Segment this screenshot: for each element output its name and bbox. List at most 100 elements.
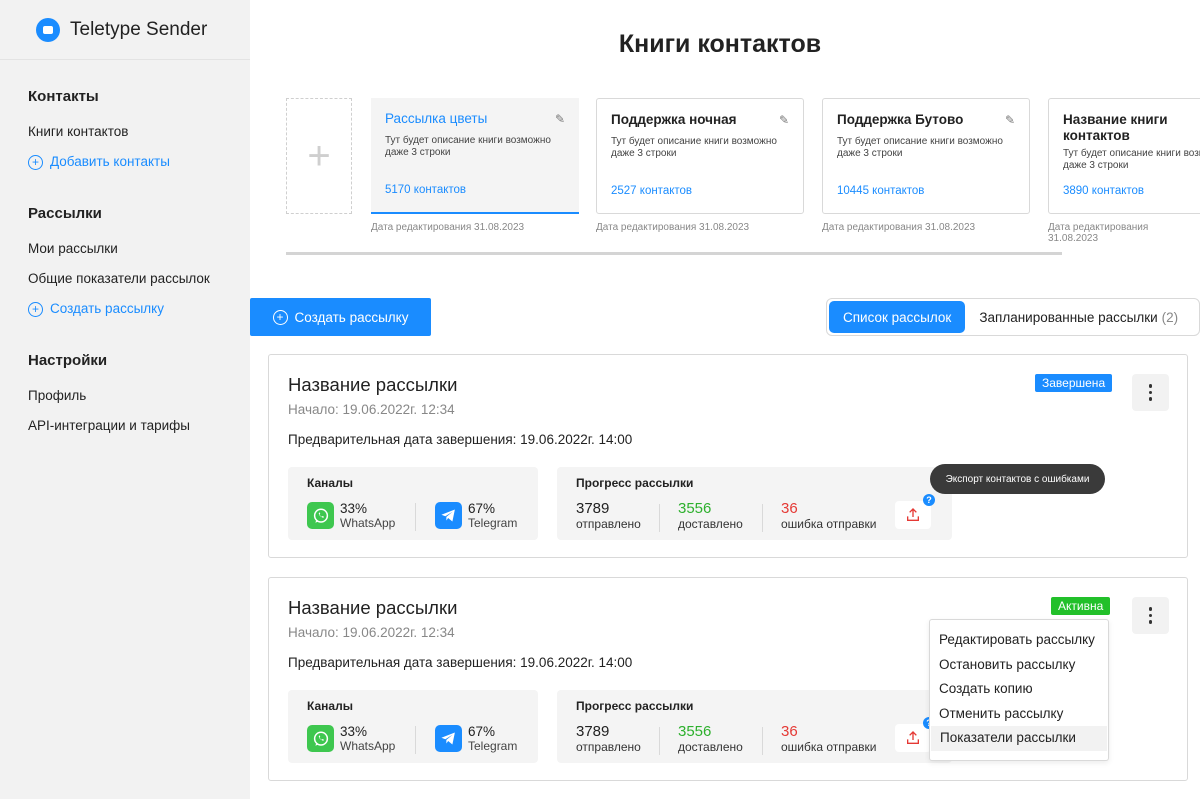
book-card[interactable]: Поддержка Бутово ✎ Тут будет описание кн… [822, 98, 1030, 214]
menu-item-stop[interactable]: Остановить рассылку [930, 653, 1108, 678]
book-title: Рассылка цветы [385, 111, 488, 126]
channel-name: Telegram [468, 516, 518, 530]
stat-value: 3789 [576, 500, 610, 517]
mailing-end-estimate: Предварительная дата завершения: 19.06.2… [288, 432, 633, 447]
divider [415, 503, 416, 531]
sidebar-item-api[interactable]: API-интеграции и тарифы [28, 411, 250, 441]
stat-label: доставлено [678, 517, 743, 531]
channels-label: Каналы [307, 699, 353, 713]
create-mailing-label: Создать рассылку [294, 309, 409, 325]
sidebar-item-label: Общие показатели рассылок [28, 271, 210, 286]
book-card[interactable]: Поддержка ночная ✎ Тут будет описание кн… [596, 98, 804, 214]
channels-panel: Каналы 33% WhatsApp 67% Telegram [288, 467, 538, 540]
help-icon[interactable]: ? [923, 494, 935, 506]
channel-name: Telegram [468, 739, 518, 753]
book-date: Дата редактирования 31.08.2023 [822, 222, 976, 233]
mailing-start: Начало: 19.06.2022г. 12:34 [288, 625, 455, 640]
sidebar-item-profile[interactable]: Профиль [28, 381, 250, 411]
sidebar-item-add-contacts[interactable]: + Добавить контакты [28, 147, 250, 177]
nav-heading-settings: Настройки [28, 352, 108, 369]
channel-whatsapp: 33% WhatsApp [307, 501, 395, 530]
mailing-card: Название рассылки Начало: 19.06.2022г. 1… [268, 354, 1188, 558]
sidebar-item-label: API-интеграции и тарифы [28, 418, 190, 433]
mailings-tabs: Список рассылок Запланированные рассылки… [826, 298, 1200, 336]
add-book-button[interactable]: + [286, 98, 352, 214]
teletype-logo-icon [36, 17, 60, 42]
create-mailing-button[interactable]: + Создать рассылку [250, 298, 431, 336]
book-count: 10445 контактов [837, 185, 925, 197]
mailing-start: Начало: 19.06.2022г. 12:34 [288, 402, 455, 417]
tab-scheduled-mailings[interactable]: Запланированные рассылки (2) [965, 301, 1192, 333]
divider [415, 726, 416, 754]
sidebar-item-mailing-stats[interactable]: Общие показатели рассылок [28, 264, 250, 294]
menu-item-stats[interactable]: Показатели рассылки [931, 726, 1107, 751]
book-count: 3890 контактов [1063, 185, 1145, 197]
tab-label: Запланированные рассылки [979, 309, 1158, 325]
channel-telegram: 67% Telegram [435, 724, 517, 753]
sidebar-item-create-mailing[interactable]: + Создать рассылку [28, 294, 250, 324]
stat-value: 3789 [576, 723, 610, 740]
divider [762, 727, 763, 755]
tab-mailing-list[interactable]: Список рассылок [829, 301, 966, 333]
upload-icon [907, 508, 919, 521]
stat-value: 3556 [678, 723, 712, 740]
book-count: 5170 контактов [385, 184, 467, 196]
page-title-text: Книги контактов [618, 30, 822, 58]
channel-pct: 33% [340, 501, 368, 516]
sidebar-item-label: Добавить контакты [50, 154, 170, 169]
tab-label: Список рассылок [843, 309, 952, 325]
mailing-actions-menu: Редактировать рассылку Остановить рассыл… [929, 619, 1109, 761]
pencil-icon[interactable]: ✎ [555, 112, 565, 126]
book-card[interactable]: Название книги контактов Тут будет описа… [1048, 98, 1200, 214]
book-description: Тут будет описание книги возможно даже 3… [611, 136, 777, 159]
menu-item-cancel[interactable]: Отменить рассылку [930, 702, 1108, 727]
stat-value: 3556 [678, 500, 712, 517]
stat-label: отправлено [576, 740, 641, 754]
stat-delivered: 3556 доставлено [678, 723, 743, 755]
channels-label: Каналы [307, 476, 353, 490]
plus-circle-icon: + [28, 301, 43, 317]
upload-icon [907, 731, 919, 744]
whatsapp-icon [307, 725, 334, 752]
book-description: Тут будет описание книги возможно даже 3… [837, 136, 1003, 159]
progress-panel: Прогресс рассылки 3789 отправлено 3556 дос… [557, 467, 952, 540]
stat-errors: 36 ошибка отправки [781, 723, 876, 755]
pencil-icon[interactable]: ✎ [1005, 113, 1015, 127]
plus-circle-icon: + [28, 154, 43, 170]
stat-sent: 3789 отправлено [576, 500, 641, 532]
sidebar-item-contact-books[interactable]: Книги контактов [28, 117, 250, 147]
sidebar-item-label: Книги контактов [28, 124, 129, 139]
carousel-scrollbar[interactable] [286, 252, 1062, 255]
sidebar-nav: Контакты Книги контактов + Добавить конта… [0, 88, 250, 441]
menu-item-copy[interactable]: Создать копию [930, 677, 1108, 702]
book-description: Тут будет описание книги возможно даже 3… [1063, 148, 1200, 171]
export-tooltip: Экспорт контактов с ошибками [930, 464, 1105, 494]
more-menu-button[interactable] [1132, 597, 1169, 634]
book-title: Название книги контактов [1063, 112, 1168, 143]
channels-panel: Каналы 33% WhatsApp 67% Telegram [288, 690, 538, 763]
contact-books-carousel: + Рассылка цветы ✎ Тут будет описание кн… [286, 98, 1200, 258]
stat-label: доставлено [678, 740, 743, 754]
mailing-title: Название рассылки [288, 374, 458, 395]
book-card[interactable]: Рассылка цветы ✎ Тут будет описание книг… [371, 98, 579, 214]
channel-name: WhatsApp [340, 739, 396, 753]
book-title: Поддержка ночная [611, 112, 737, 127]
telegram-icon [435, 502, 462, 529]
stat-value: 36 [781, 500, 798, 517]
menu-item-edit[interactable]: Редактировать рассылку [930, 628, 1108, 653]
progress-panel: Прогресс рассылки 3789 отправлено 3556 дос… [557, 690, 952, 763]
divider [659, 727, 660, 755]
channel-pct: 67% [468, 501, 496, 516]
brand[interactable]: Teletype Sender [0, 0, 250, 60]
whatsapp-icon [307, 502, 334, 529]
channel-pct: 67% [468, 724, 496, 739]
book-date: Дата редактирования 31.08.2023 [596, 222, 750, 233]
progress-label: Прогресс рассылки [576, 476, 694, 490]
more-menu-button[interactable] [1132, 374, 1169, 411]
stat-label: ошибка отправки [781, 517, 877, 531]
mailing-title: Название рассылки [288, 597, 458, 618]
divider [762, 504, 763, 532]
sidebar-item-my-mailings[interactable]: Мои рассылки [28, 234, 250, 264]
channel-whatsapp: 33% WhatsApp [307, 724, 395, 753]
pencil-icon[interactable]: ✎ [779, 113, 789, 127]
